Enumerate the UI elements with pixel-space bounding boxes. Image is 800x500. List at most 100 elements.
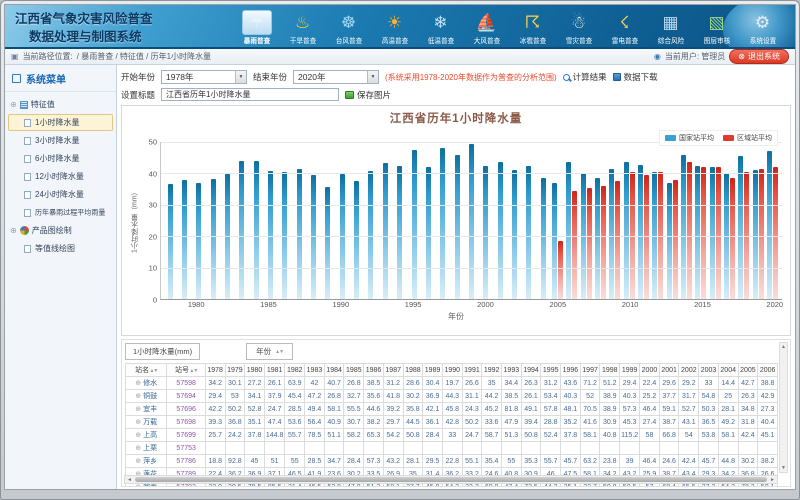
sidebar-item-历年暴雨过程平均雨量[interactable]: 历年暴雨过程平均雨量 bbox=[8, 204, 113, 221]
column-header-year-1993[interactable]: 1993 bbox=[501, 364, 521, 377]
download-button[interactable]: 数据下载 bbox=[613, 71, 658, 83]
bar-group-2001 bbox=[493, 142, 507, 299]
unit-filter-box[interactable]: 1小时降水量(mm) bbox=[125, 343, 200, 360]
column-header-year-1992[interactable]: 1992 bbox=[482, 364, 502, 377]
sidebar-item-等值线绘图[interactable]: 等值线绘图 bbox=[8, 240, 113, 257]
value-cell: 31.8 bbox=[738, 416, 758, 429]
toolbar-item-hail[interactable]: ☈冰雹普查 bbox=[510, 10, 555, 46]
column-header-year-2004[interactable]: 2004 bbox=[718, 364, 738, 377]
column-header-year-1986[interactable]: 1986 bbox=[364, 364, 384, 377]
calculate-button[interactable]: 计算结果 bbox=[563, 71, 607, 83]
column-header-year-1995[interactable]: 1995 bbox=[541, 364, 561, 377]
toolbar-item-layer-review[interactable]: ▧图层审核 bbox=[694, 10, 739, 46]
column-header-year-1985[interactable]: 1985 bbox=[344, 364, 364, 377]
value-cell: 44.3 bbox=[442, 390, 462, 403]
station-name-cell[interactable]: ⊕修水 bbox=[126, 377, 167, 390]
toolbar-item-typhoon[interactable]: ☸台风普查 bbox=[326, 10, 371, 46]
column-header-year-1987[interactable]: 1987 bbox=[383, 364, 403, 377]
value-cell: 42.7 bbox=[738, 377, 758, 390]
toolbar-item-high-temp[interactable]: ☀高温普查 bbox=[372, 10, 417, 46]
row-expand-icon[interactable]: ⊕ bbox=[135, 432, 141, 439]
toolbar-item-risk-calculator[interactable]: ▦综合风险 bbox=[648, 10, 693, 46]
sidebar-item-24小时降水量[interactable]: 24小时降水量 bbox=[8, 186, 113, 203]
station-name-cell[interactable]: ⊕宜丰 bbox=[126, 403, 167, 416]
column-header-year-1994[interactable]: 1994 bbox=[521, 364, 541, 377]
end-year-select[interactable]: 2020年 ▼ bbox=[293, 70, 379, 84]
year-sort-box[interactable]: 年份 ▲▼ bbox=[246, 343, 293, 360]
row-expand-icon[interactable]: ⊕ bbox=[135, 393, 141, 400]
row-expand-icon[interactable]: ⊕ bbox=[135, 380, 141, 387]
sidebar-group-1[interactable]: ⊕产品图绘制 bbox=[8, 222, 113, 239]
column-header-year-1979[interactable]: 1979 bbox=[225, 364, 245, 377]
toolbar-item-rainstorm[interactable]: ☔暴雨普查 bbox=[234, 10, 279, 46]
save-image-button[interactable]: 保存图片 bbox=[345, 89, 391, 101]
column-header-year-2002[interactable]: 2002 bbox=[679, 364, 699, 377]
legend-item-国家站平均[interactable]: 国家站平均 bbox=[665, 133, 714, 143]
column-header-year-1978[interactable]: 1978 bbox=[205, 364, 225, 377]
legend-item-区域站平均[interactable]: 区域站平均 bbox=[723, 133, 772, 143]
hail-icon: ☈ bbox=[518, 10, 548, 35]
station-name-cell[interactable]: ⊕铜鼓 bbox=[126, 390, 167, 403]
sidebar-item-6小时降水量[interactable]: 6小时降水量 bbox=[8, 150, 113, 167]
column-header-year-1989[interactable]: 1989 bbox=[423, 364, 443, 377]
station-name-cell[interactable]: ⊕萍乡 bbox=[126, 455, 167, 468]
chart-title-input[interactable]: 江西省历年1小时降水量 bbox=[161, 88, 339, 101]
column-header-year-2000[interactable]: 2000 bbox=[640, 364, 660, 377]
risk-calculator-icon: ▦ bbox=[656, 10, 686, 35]
tree-expander-icon[interactable]: ⊕ bbox=[10, 226, 17, 235]
row-expand-icon[interactable]: ⊕ bbox=[135, 458, 141, 465]
scrollbar-thumb[interactable] bbox=[135, 477, 767, 482]
column-header-year-1984[interactable]: 1984 bbox=[324, 364, 344, 377]
bar-1995-国家站平均 bbox=[412, 150, 417, 299]
toolbar-item-wind[interactable]: ⛵大风普查 bbox=[464, 10, 509, 46]
column-header-year-1983[interactable]: 1983 bbox=[305, 364, 325, 377]
column-header-year-1990[interactable]: 1990 bbox=[442, 364, 462, 377]
row-expand-icon[interactable]: ⊕ bbox=[135, 406, 141, 413]
column-header-year-1997[interactable]: 1997 bbox=[580, 364, 600, 377]
station-name-cell[interactable]: ⊕万载 bbox=[126, 416, 167, 429]
row-expand-icon[interactable]: ⊕ bbox=[135, 484, 141, 487]
row-expand-icon[interactable]: ⊕ bbox=[135, 445, 141, 452]
sidebar-title-label: 系统菜单 bbox=[26, 71, 66, 86]
value-cell: 35.2 bbox=[561, 416, 581, 429]
bar-2013-区域站平均 bbox=[673, 180, 678, 299]
column-header-year-2001[interactable]: 2001 bbox=[659, 364, 679, 377]
toolbar-item-label: 系统设置 bbox=[749, 36, 776, 46]
column-header-year-1996[interactable]: 1996 bbox=[561, 364, 581, 377]
column-header-year-2005[interactable]: 2005 bbox=[738, 364, 758, 377]
bar-2019-区域站平均 bbox=[759, 169, 764, 299]
toolbar-item-settings[interactable]: ⚙系统设置 bbox=[740, 10, 785, 46]
column-header-year-1999[interactable]: 1999 bbox=[620, 364, 640, 377]
horizontal-scrollbar[interactable]: ◄ ► bbox=[124, 475, 778, 484]
sidebar-item-3小时降水量[interactable]: 3小时降水量 bbox=[8, 132, 113, 149]
bar-group-1984 bbox=[249, 142, 263, 299]
toolbar-item-snow[interactable]: ☃雪灾普查 bbox=[556, 10, 601, 46]
column-header-year-1991[interactable]: 1991 bbox=[462, 364, 482, 377]
value-cell: 58.2 bbox=[344, 429, 364, 442]
tree-expander-icon[interactable]: ⊕ bbox=[10, 100, 17, 109]
row-expand-icon[interactable]: ⊕ bbox=[135, 419, 141, 426]
logout-button[interactable]: ⊗ 退出系统 bbox=[729, 49, 789, 64]
sidebar-item-12小时降水量[interactable]: 12小时降水量 bbox=[8, 168, 113, 185]
table-header-row: 站名 ▲▼站号 ▲▼197819791980198119821983198419… bbox=[126, 364, 778, 377]
station-name-cell[interactable]: ⊕上栗 bbox=[126, 442, 167, 455]
column-header-year-2006[interactable]: 2006 bbox=[758, 364, 778, 377]
column-header-year-1988[interactable]: 1988 bbox=[403, 364, 423, 377]
toolbar-item-drought[interactable]: ♨干旱普查 bbox=[280, 10, 325, 46]
value-cell: 34.7 bbox=[324, 455, 344, 468]
start-year-select[interactable]: 1978年 ▼ bbox=[161, 70, 247, 84]
sidebar-group-0[interactable]: ⊕特征值 bbox=[8, 96, 113, 113]
column-header-year-2003[interactable]: 2003 bbox=[699, 364, 719, 377]
toolbar-item-lightning[interactable]: ☇雷电普查 bbox=[602, 10, 647, 46]
sidebar-item-1小时降水量[interactable]: 1小时降水量 bbox=[8, 114, 113, 131]
toolbar-item-low-temp[interactable]: ❄低温普查 bbox=[418, 10, 463, 46]
vertical-scrollbar[interactable]: ▲ ▼ bbox=[779, 342, 788, 473]
column-header-year-1981[interactable]: 1981 bbox=[264, 364, 285, 377]
column-header-station-id[interactable]: 站号 ▲▼ bbox=[167, 364, 205, 377]
column-header-year-1982[interactable]: 1982 bbox=[285, 364, 305, 377]
column-header-year-1998[interactable]: 1998 bbox=[600, 364, 620, 377]
column-header-year-1980[interactable]: 1980 bbox=[245, 364, 265, 377]
bar-2017-区域站平均 bbox=[730, 178, 735, 299]
column-header-station[interactable]: 站名 ▲▼ bbox=[126, 364, 167, 377]
station-name-cell[interactable]: ⊕上高 bbox=[126, 429, 167, 442]
